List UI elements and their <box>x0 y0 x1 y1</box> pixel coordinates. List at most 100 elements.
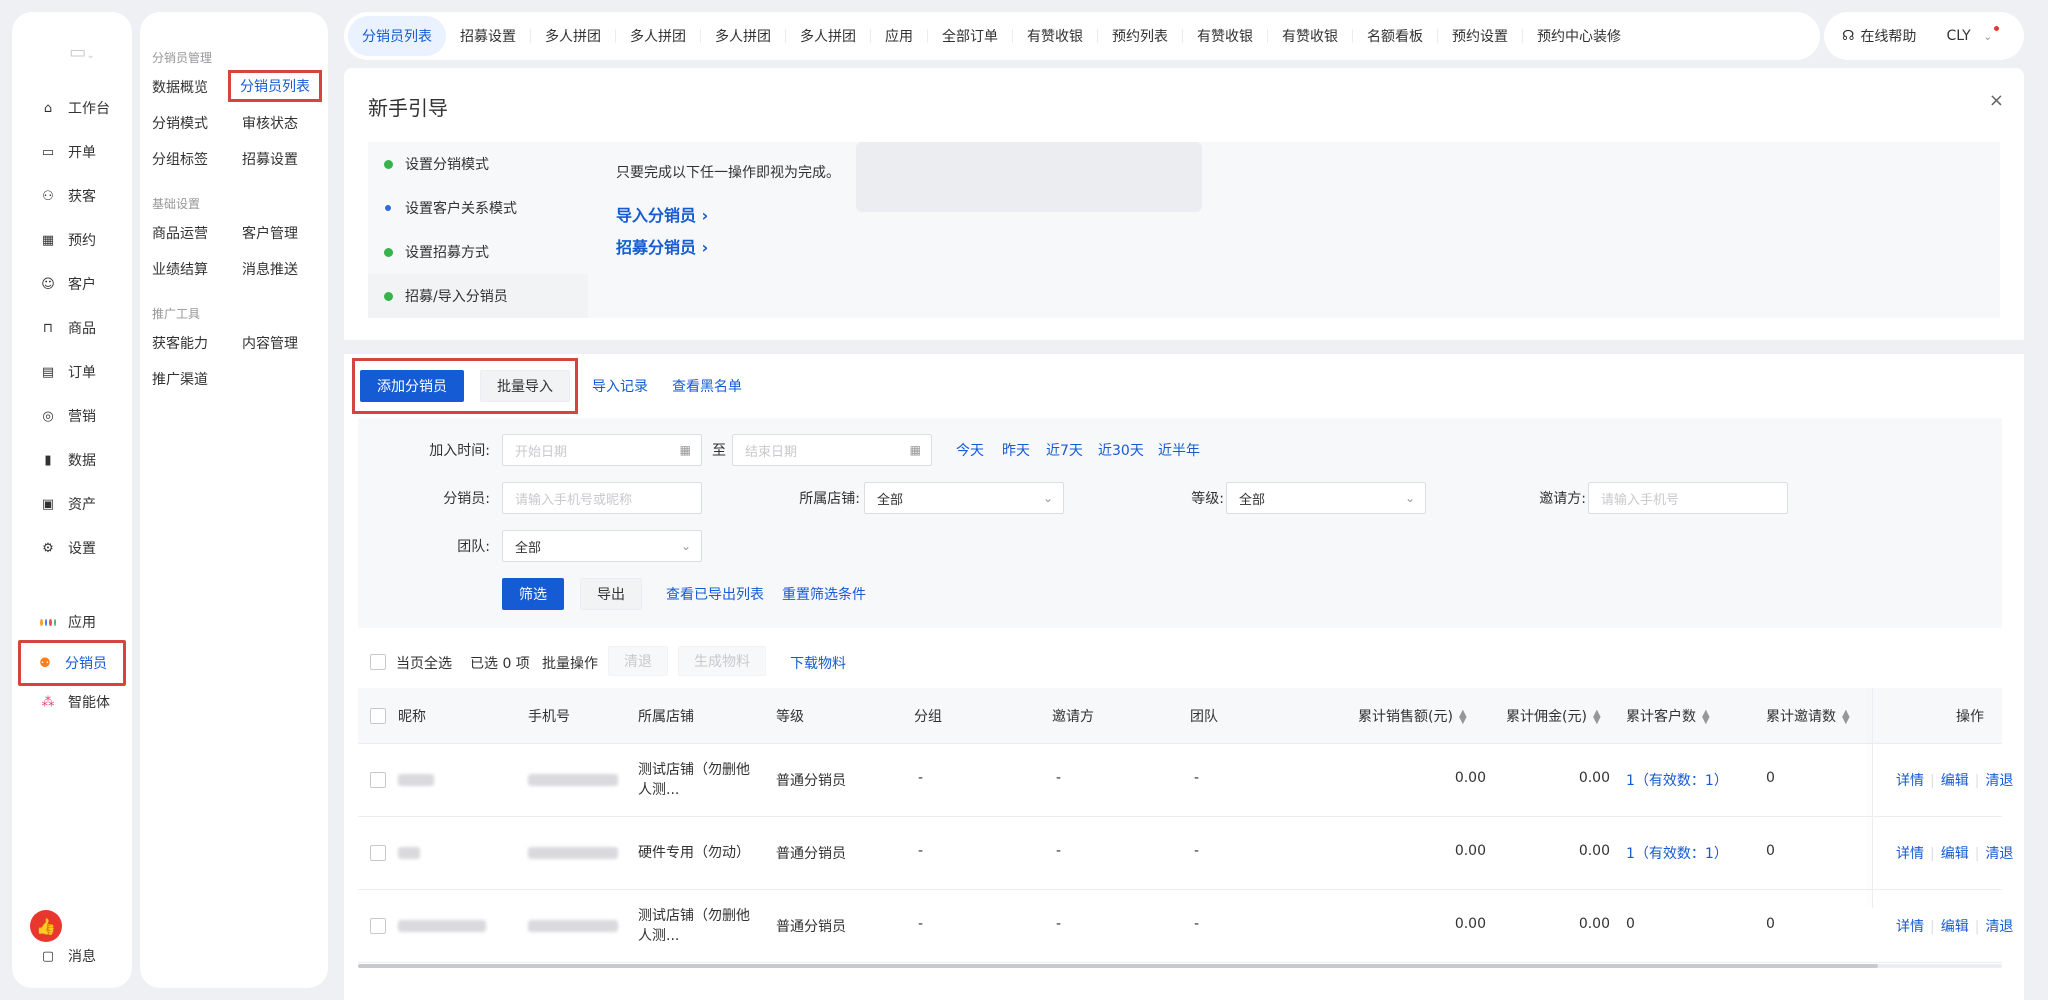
subnav-item-tags[interactable]: 分组标签 <box>152 149 208 169</box>
tab-11[interactable]: 有赞收银 <box>1268 16 1352 56</box>
quick-7days[interactable]: 近7天 <box>1046 440 1083 460</box>
distributor-input[interactable]: 请输入手机号或昵称 <box>502 482 702 514</box>
guide-step-recruit[interactable]: 设置招募方式 <box>368 230 588 274</box>
row-checkbox[interactable] <box>370 918 386 934</box>
quick-30days[interactable]: 近30天 <box>1098 440 1144 460</box>
quick-today[interactable]: 今天 <box>956 440 984 460</box>
import-distributor-link[interactable]: 导入分销员 › <box>616 202 708 226</box>
guide-step-relation[interactable]: 设置客户关系模式 <box>368 186 588 230</box>
subnav-item-content[interactable]: 内容管理 <box>242 333 298 353</box>
export-button[interactable]: 导出 <box>580 578 642 610</box>
edit-link[interactable]: 编辑 <box>1941 919 1969 935</box>
blacklist-link[interactable]: 查看黑名单 <box>672 376 742 396</box>
rail-item-distributor[interactable]: ⚉ 分销员 <box>18 640 126 686</box>
rail-item-goods[interactable]: ⊓ 商品 <box>20 308 124 348</box>
col-sales[interactable]: 累计销售额(元) ▲ ▼ <box>1358 706 1467 726</box>
customers-cell[interactable]: 1（有效数：1） <box>1626 770 1728 790</box>
detail-link[interactable]: 详情 <box>1896 846 1924 862</box>
reset-filter-link[interactable]: 重置筛选条件 <box>782 584 866 604</box>
headset-icon[interactable]: ☊ <box>1842 28 1854 44</box>
horizontal-scrollbar[interactable] <box>358 964 2002 968</box>
subnav-item-mode[interactable]: 分销模式 <box>152 113 208 133</box>
subnav-item-push[interactable]: 消息推送 <box>242 259 298 279</box>
tab-9[interactable]: 预约列表 <box>1098 16 1182 56</box>
batch-import-button[interactable]: 批量导入 <box>480 370 570 402</box>
subnav-item-channel[interactable]: 推广渠道 <box>152 369 208 389</box>
clear-button[interactable]: 清退 <box>608 646 668 676</box>
clear-link[interactable]: 清退 <box>1985 846 2013 862</box>
subnav-item-customer[interactable]: 客户管理 <box>242 223 298 243</box>
rail-item-workbench[interactable]: ⌂ 工作台 <box>20 88 124 128</box>
tab-5[interactable]: 多人拼团 <box>786 16 870 56</box>
col-commission[interactable]: 累计佣金(元) ▲ ▼ <box>1506 706 1601 726</box>
subnav-item-overview[interactable]: 数据概览 <box>152 77 208 97</box>
subnav-item-goods-ops[interactable]: 商品运营 <box>152 223 208 243</box>
add-distributor-button[interactable]: 添加分销员 <box>360 370 464 402</box>
col-invites[interactable]: 累计邀请数 ▲ ▼ <box>1766 706 1850 726</box>
tab-7[interactable]: 全部订单 <box>928 16 1012 56</box>
tab-10[interactable]: 有赞收银 <box>1183 16 1267 56</box>
guide-step-mode[interactable]: 设置分销模式 <box>368 142 588 186</box>
row-checkbox[interactable] <box>370 772 386 788</box>
clear-link[interactable]: 清退 <box>1985 773 2013 789</box>
clear-link[interactable]: 清退 <box>1985 919 2013 935</box>
select-page-checkbox[interactable] <box>370 654 386 670</box>
filter-button[interactable]: 筛选 <box>502 578 564 610</box>
team-select[interactable]: 全部 ⌄ <box>502 530 702 562</box>
row-checkbox[interactable] <box>370 845 386 861</box>
quick-half-year[interactable]: 近半年 <box>1158 440 1200 460</box>
tab-1[interactable]: 招募设置 <box>446 16 530 56</box>
rail-item-message[interactable]: ▢ 消息 <box>20 936 124 976</box>
user-menu[interactable]: CLY ⌄ <box>1946 26 2000 44</box>
tab-0[interactable]: 分销员列表 <box>348 16 446 56</box>
col-customers[interactable]: 累计客户数 ▲ ▼ <box>1626 706 1710 726</box>
tab-12[interactable]: 名额看板 <box>1353 16 1437 56</box>
detail-link[interactable]: 详情 <box>1896 919 1924 935</box>
tab-8[interactable]: 有赞收银 <box>1013 16 1097 56</box>
rail-item-apps[interactable]: 应用 <box>20 602 124 642</box>
tab-2[interactable]: 多人拼团 <box>531 16 615 56</box>
rail-item-acquire[interactable]: ⚇ 获客 <box>20 176 124 216</box>
edit-link[interactable]: 编辑 <box>1941 773 1969 789</box>
start-date-input[interactable]: 开始日期 ▦ <box>502 434 702 466</box>
rail-item-asset[interactable]: ▣ 资产 <box>20 484 124 524</box>
inviter-input[interactable]: 请输入手机号 <box>1588 482 1788 514</box>
edit-link[interactable]: 编辑 <box>1941 846 1969 862</box>
level-select[interactable]: 全部 ⌄ <box>1226 482 1426 514</box>
rail-item-settings[interactable]: ⚙ 设置 <box>20 528 124 568</box>
view-exports-link[interactable]: 查看已导出列表 <box>666 584 764 604</box>
tab-3[interactable]: 多人拼团 <box>616 16 700 56</box>
subnav-item-review[interactable]: 审核状态 <box>242 113 298 133</box>
rail-item-customer[interactable]: ☺ 客户 <box>20 264 124 304</box>
download-material-link[interactable]: 下载物料 <box>790 653 846 673</box>
rail-item-billing[interactable]: ▭ 开单 <box>20 132 124 172</box>
tab-14[interactable]: 预约中心装修 <box>1523 16 1635 56</box>
subnav-item-distributor-list[interactable]: 分销员列表 <box>228 70 322 102</box>
action-sep: | <box>1930 773 1935 789</box>
online-help-link[interactable]: 在线帮助 <box>1860 26 1916 46</box>
end-date-input[interactable]: 结束日期 ▦ <box>732 434 932 466</box>
rail-item-data[interactable]: ▮ 数据 <box>20 440 124 480</box>
generate-material-button[interactable]: 生成物料 <box>678 646 766 676</box>
store-logo-icon[interactable]: ▭⌄ <box>62 42 102 72</box>
scrollbar-thumb[interactable] <box>358 964 1878 968</box>
rail-item-marketing[interactable]: ◎ 营销 <box>20 396 124 436</box>
rail-item-order[interactable]: ▤ 订单 <box>20 352 124 392</box>
customers-cell[interactable]: 1（有效数：1） <box>1626 843 1728 863</box>
import-log-link[interactable]: 导入记录 <box>592 376 648 396</box>
tab-13[interactable]: 预约设置 <box>1438 16 1522 56</box>
select-all-checkbox[interactable] <box>370 708 386 724</box>
guide-step-import[interactable]: 招募/导入分销员 <box>368 274 588 318</box>
tab-6[interactable]: 应用 <box>871 16 927 56</box>
recruit-distributor-link[interactable]: 招募分销员 › <box>616 234 708 258</box>
rail-item-calendar[interactable]: ▦ 预约 <box>20 220 124 260</box>
rail-item-agent[interactable]: ⁂ 智能体 <box>20 682 124 722</box>
subnav-item-settlement[interactable]: 业绩结算 <box>152 259 208 279</box>
detail-link[interactable]: 详情 <box>1896 773 1924 789</box>
subnav-item-acquire[interactable]: 获客能力 <box>152 333 208 353</box>
tab-4[interactable]: 多人拼团 <box>701 16 785 56</box>
quick-yesterday[interactable]: 昨天 <box>1002 440 1030 460</box>
subnav-item-recruit[interactable]: 招募设置 <box>242 149 298 169</box>
close-icon[interactable]: × <box>1989 90 2004 111</box>
store-select[interactable]: 全部 ⌄ <box>864 482 1064 514</box>
